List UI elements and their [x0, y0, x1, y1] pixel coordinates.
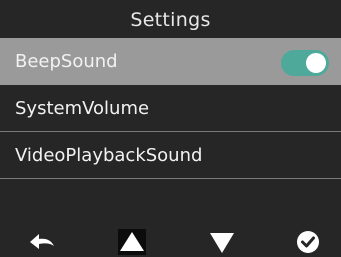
- back-arrow-icon: [30, 234, 54, 249]
- down-button[interactable]: [202, 222, 242, 257]
- button-bar: [0, 222, 341, 257]
- up-button[interactable]: [112, 222, 152, 257]
- menu-item-label: SystemVolume: [15, 98, 150, 119]
- menu-item-system-volume[interactable]: SystemVolume: [0, 85, 341, 132]
- up-triangle-icon: [118, 229, 146, 255]
- menu-item-video-playback-sound[interactable]: VideoPlaybackSound: [0, 132, 341, 179]
- settings-screen: Settings BeepSound SystemVolume VideoPla…: [0, 0, 341, 257]
- confirm-button[interactable]: [288, 222, 328, 257]
- back-button[interactable]: [24, 222, 64, 257]
- down-triangle-icon: [210, 233, 234, 253]
- page-title: Settings: [0, 0, 341, 38]
- menu-item-label: BeepSound: [15, 51, 118, 72]
- menu-item-beep-sound[interactable]: BeepSound: [0, 38, 341, 85]
- settings-menu: BeepSound SystemVolume VideoPlaybackSoun…: [0, 38, 341, 222]
- toggle-knob: [306, 53, 326, 73]
- check-circle-icon: [297, 231, 319, 253]
- menu-item-label: VideoPlaybackSound: [15, 145, 203, 166]
- beep-sound-toggle[interactable]: [281, 50, 329, 76]
